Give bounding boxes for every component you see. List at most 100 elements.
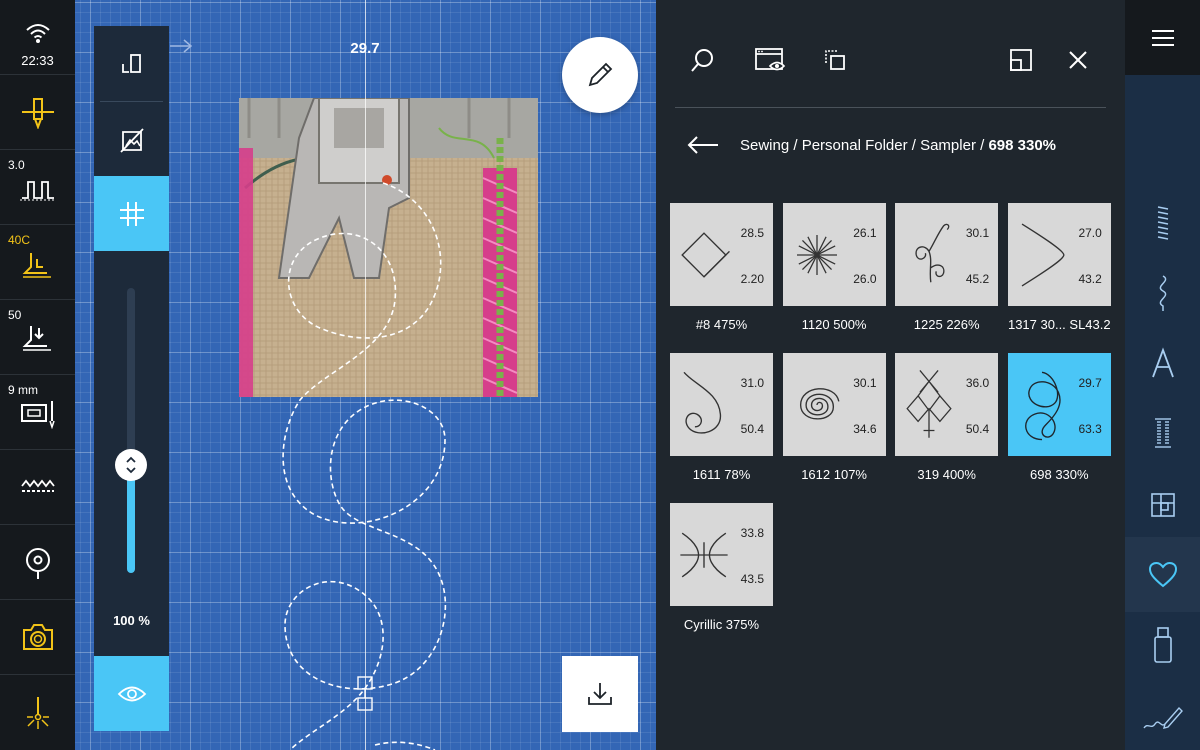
camera-setting[interactable] bbox=[0, 600, 75, 675]
spiral-stitch-icon bbox=[799, 388, 840, 420]
stitch-name: 1120 500% bbox=[801, 317, 867, 332]
nav-decorative-stitches[interactable] bbox=[1125, 255, 1200, 330]
stitch-length-value: 50.4 bbox=[965, 422, 990, 436]
duplicate-button[interactable] bbox=[815, 40, 855, 80]
stitch-width-value: 30.1 bbox=[965, 226, 990, 240]
stitch-width-value: 27.0 bbox=[1078, 226, 1102, 240]
stitch-design-canvas[interactable]: 29.7 100 % bbox=[75, 0, 656, 750]
menu-button[interactable] bbox=[1125, 0, 1200, 75]
close-panel-button[interactable] bbox=[1058, 40, 1098, 80]
nav-personal-folder[interactable] bbox=[1125, 537, 1200, 612]
nav-alphabets[interactable] bbox=[1125, 325, 1200, 400]
wifi-status[interactable]: 22:33 bbox=[0, 0, 75, 75]
arrow-left-icon bbox=[687, 136, 718, 154]
back-button[interactable] bbox=[683, 128, 723, 162]
presser-foot-pressure-setting[interactable]: 50 bbox=[0, 300, 75, 375]
presser-foot-icon bbox=[0, 251, 75, 284]
nav-usb-stick[interactable] bbox=[1125, 607, 1200, 682]
window-preview-icon bbox=[755, 48, 786, 71]
stitch-length-value: 63.3 bbox=[1078, 422, 1102, 436]
zoom-percent-label: 100 % bbox=[113, 613, 150, 628]
window-resize-icon bbox=[1010, 49, 1032, 71]
stitch-width-value: 30.1 bbox=[853, 376, 877, 390]
stitch-preview[interactable]: 30.1 45.2 bbox=[895, 203, 999, 306]
stitch-tile[interactable]: 31.0 50.4 1611 78% bbox=[670, 353, 773, 482]
stitch-width-value: 28.5 bbox=[740, 226, 764, 240]
stitch-tile[interactable]: 28.5 2.20 #8 475% bbox=[670, 203, 773, 332]
stitch-preview[interactable]: 29.7 63.3 bbox=[1007, 353, 1111, 456]
camera-icon bbox=[0, 622, 75, 657]
feed-dog-setting[interactable] bbox=[0, 450, 75, 525]
needle-position[interactable] bbox=[0, 75, 75, 150]
edit-button[interactable] bbox=[562, 37, 638, 113]
preview-button[interactable] bbox=[94, 656, 169, 731]
wave-stitch-icon bbox=[1159, 274, 1166, 311]
stitch-preview[interactable]: 26.1 26.0 bbox=[782, 203, 886, 306]
needle-icon bbox=[0, 95, 75, 134]
presser-foot-pressure-value: 50 bbox=[8, 308, 22, 322]
search-button[interactable] bbox=[683, 40, 723, 80]
nav-stitch-designer[interactable] bbox=[1125, 680, 1200, 750]
stitch-name: 319 400% bbox=[917, 467, 976, 482]
stitch-tile[interactable]: 26.1 26.0 1120 500% bbox=[782, 203, 886, 332]
stitch-preview[interactable]: 33.8 43.5 bbox=[670, 503, 773, 606]
stitch-tile[interactable]: 30.1 34.6 1612 107% bbox=[782, 353, 886, 482]
zoom-slider[interactable] bbox=[127, 288, 135, 573]
resize-panel-button[interactable] bbox=[1001, 40, 1041, 80]
stitch-width-value: 33.8 bbox=[740, 526, 764, 540]
alphabet-icon bbox=[1151, 346, 1174, 377]
stitch-name: Cyrillic 375% bbox=[683, 617, 760, 632]
cross-arc-stitch-icon bbox=[680, 532, 728, 578]
needle-plate-value: 9 mm bbox=[8, 383, 38, 397]
stitch-length-value: 50.4 bbox=[740, 422, 764, 436]
stitch-preview[interactable]: 28.5 2.20 bbox=[670, 203, 773, 306]
image-off-icon bbox=[119, 127, 144, 153]
stitch-preview[interactable]: 27.0 43.2 bbox=[1007, 203, 1111, 306]
stitch-length-value: 45.2 bbox=[965, 272, 990, 286]
grid-toggle-button[interactable] bbox=[94, 176, 169, 251]
stitch-preview[interactable]: 36.0 50.4 bbox=[895, 353, 999, 456]
bobbin-setting[interactable] bbox=[0, 525, 75, 600]
stitch-tile[interactable]: 33.8 43.5 Cyrillic 375% bbox=[670, 503, 773, 632]
status-sidebar: 22:33 3.0 40C 50 9 mm bbox=[0, 0, 75, 750]
needle-plate-setting[interactable]: 9 mm bbox=[0, 375, 75, 450]
position-toggle-button[interactable] bbox=[94, 26, 169, 101]
stitch-length-value: 34.6 bbox=[853, 422, 877, 436]
stitch-width-setting[interactable]: 3.0 bbox=[0, 150, 75, 225]
stitch-tile[interactable]: 36.0 50.4 319 400% bbox=[895, 353, 999, 482]
preview-window-button[interactable] bbox=[750, 40, 790, 80]
foot-pressure-icon bbox=[0, 324, 75, 359]
stitch-name: #8 475% bbox=[695, 317, 748, 332]
stitch-tile[interactable]: 30.1 45.2 1225 226% bbox=[895, 203, 999, 332]
camera-image-toggle-button[interactable] bbox=[94, 102, 169, 177]
stitch-preview[interactable]: 30.1 34.6 bbox=[782, 353, 886, 456]
zoom-slider-fill bbox=[127, 464, 135, 573]
thread-tension-setting[interactable]: 40C bbox=[0, 225, 75, 300]
feed-dog-icon bbox=[0, 478, 75, 501]
stitch-preview[interactable]: 31.0 50.4 bbox=[670, 353, 773, 456]
stitch-length-value: 2.20 bbox=[740, 272, 764, 286]
nav-practical-stitches[interactable] bbox=[1125, 185, 1200, 260]
chevron-curve-stitch-icon bbox=[1021, 223, 1065, 287]
stitch-tile[interactable]: 27.0 43.2 1317 30... SL43.2 bbox=[1007, 203, 1111, 332]
arrow-right-icon bbox=[170, 39, 193, 53]
breadcrumb-path[interactable]: Sewing / Personal Folder / Sampler / bbox=[740, 137, 988, 154]
stitch-name: 1317 30... SL43.2 bbox=[1007, 317, 1111, 332]
grid-icon bbox=[119, 201, 144, 226]
save-download-button[interactable] bbox=[562, 656, 638, 732]
wifi-icon bbox=[0, 22, 75, 49]
stitch-name: 1611 78% bbox=[692, 467, 751, 482]
stitch-length-value: 26.0 bbox=[853, 272, 877, 286]
nav-quilt-stitches[interactable] bbox=[1125, 467, 1200, 542]
stitch-name: 698 330% bbox=[1030, 467, 1089, 482]
quilt-block-icon bbox=[1150, 492, 1175, 517]
stitch-tile[interactable]: 29.7 63.3 698 330% bbox=[1007, 353, 1111, 482]
clock-time: 22:33 bbox=[21, 53, 54, 68]
stitch-width-value: 29.7 bbox=[1078, 376, 1102, 390]
zoom-slider-thumb[interactable] bbox=[115, 448, 147, 481]
breadcrumb-current: 698 330% bbox=[988, 137, 1057, 154]
zigzag-stitch-icon bbox=[1157, 205, 1168, 240]
nav-buttonholes[interactable] bbox=[1125, 395, 1200, 470]
light-setting[interactable] bbox=[0, 675, 75, 750]
eye-icon bbox=[117, 686, 146, 701]
